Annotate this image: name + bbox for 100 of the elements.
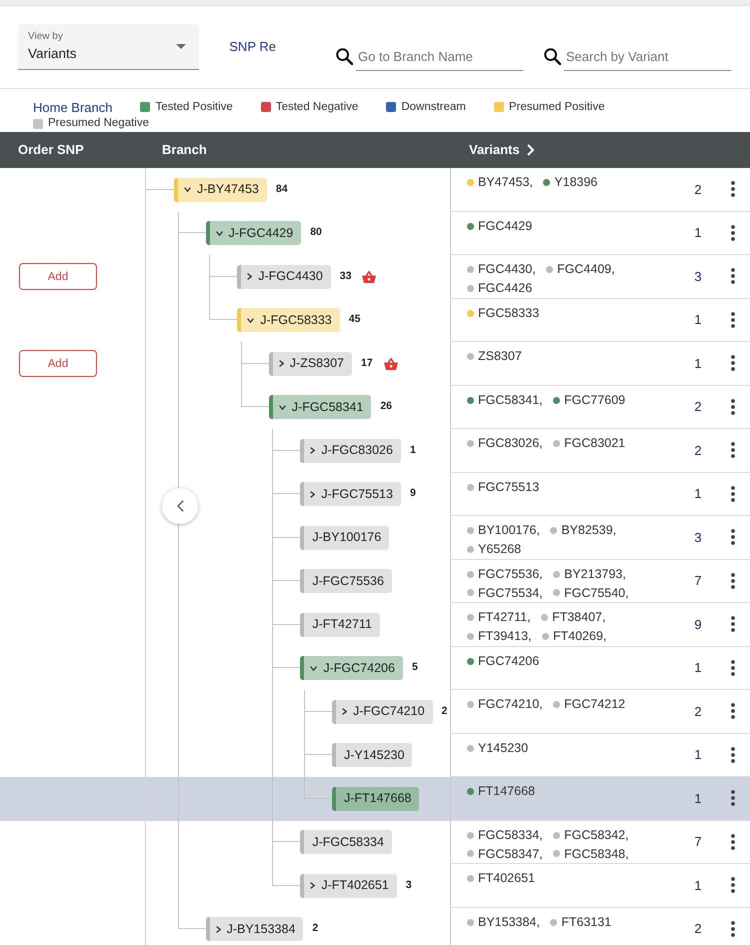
table-row[interactable]: J-BY153384 2 BY153384, FT63131 2 — [0, 908, 750, 945]
branch-count: 2 — [312, 921, 318, 936]
more-options-icon[interactable] — [731, 268, 735, 284]
variant-count: 2 — [693, 920, 703, 938]
more-options-icon[interactable] — [731, 355, 735, 372]
table-row[interactable]: J-FGC4429 80 FGC4429 1 — [0, 212, 750, 255]
variant-count: 1 — [693, 224, 703, 242]
branch-node[interactable]: J-FT147668 — [332, 786, 420, 811]
more-options-icon[interactable] — [731, 529, 735, 546]
table-row[interactable]: Add J-ZS8307 17 ZS8307 1 — [0, 342, 750, 386]
more-options-icon[interactable] — [731, 790, 735, 806]
branch-node[interactable]: J-BY153384 — [206, 917, 304, 942]
table-row[interactable]: J-FGC74206 5 FGC74206 1 — [0, 646, 750, 690]
branch-count: 26 — [380, 399, 392, 414]
variant-count: 1 — [693, 746, 703, 764]
more-options-icon[interactable] — [731, 877, 735, 894]
chevron-down-icon[interactable] — [310, 666, 318, 671]
table-row[interactable]: J-FT402651 3 FT402651 1 — [0, 864, 750, 908]
branch-node[interactable]: J-FGC75536 — [300, 569, 392, 594]
chevron-down-icon[interactable] — [184, 187, 191, 192]
more-options-icon[interactable] — [731, 486, 735, 502]
more-options-icon[interactable] — [731, 442, 735, 458]
branch-node[interactable]: J-FGC58333 — [237, 308, 340, 332]
branch-node[interactable]: J-FGC75513 — [300, 482, 401, 506]
add-button[interactable]: Add — [19, 350, 97, 378]
variant-count: 1 — [693, 659, 703, 677]
branch-node[interactable]: J-FT42711 — [300, 612, 380, 637]
more-options-icon[interactable] — [731, 703, 735, 720]
table-row[interactable]: J-FGC83026 1 FGC83026, FGC83021 2 — [0, 429, 750, 472]
table-row[interactable]: Add J-FGC4430 33 FGC4430, FGC4409, FGC4426 3 — [0, 255, 750, 298]
column-header: Variants — [469, 141, 520, 160]
branch-node[interactable]: J-FGC74210 — [332, 700, 433, 724]
table-row[interactable]: J-FT147668 FT147668 1 — [0, 777, 750, 820]
variant-name: BY82539, — [561, 522, 616, 540]
chevron-right-icon[interactable] — [216, 926, 221, 933]
variant-name: Y65268 — [478, 541, 522, 558]
branch-node[interactable]: J-FGC4429 — [206, 221, 302, 246]
branch-node[interactable]: J-BY47453 — [174, 178, 267, 202]
table-row[interactable]: J-BY100176 BY100176, BY82539, Y65268 3 — [0, 516, 750, 560]
branch-node[interactable]: J-Y145230 — [332, 743, 412, 768]
branch-node[interactable]: J-FGC58334 — [300, 830, 392, 854]
branch-count: 84 — [276, 182, 288, 197]
more-options-icon[interactable] — [731, 572, 735, 589]
chevron-right-icon[interactable] — [310, 447, 316, 454]
add-button[interactable]: Add — [19, 263, 97, 290]
more-options-icon[interactable] — [731, 398, 735, 415]
table-row[interactable]: J-FGC74210 2 FGC74210, FGC74212 2 — [0, 690, 750, 734]
variant-name: BY213793, — [564, 566, 626, 583]
view-by-dropdown[interactable]: View by Variants — [18, 24, 200, 70]
chevron-right-icon[interactable] — [310, 882, 316, 890]
variant-name: FGC4409, — [557, 261, 615, 278]
branch-count: 1 — [410, 442, 416, 458]
branch-node[interactable]: J-ZS8307 — [268, 352, 352, 376]
table-row[interactable]: J-BY47453 84 BY47453, Y18396 2 — [0, 168, 750, 212]
variant-name: FGC75540, — [564, 584, 629, 602]
legend-label: Presumed Negative — [48, 116, 149, 132]
more-options-icon[interactable] — [731, 181, 735, 198]
chevron-down-icon[interactable] — [247, 318, 254, 323]
column-header: Branch — [162, 141, 207, 160]
more-options-icon[interactable] — [731, 746, 735, 763]
chevron-right-icon[interactable] — [310, 490, 316, 498]
table-row[interactable]: J-FGC58341 26 FGC58341, FGC77609 2 — [0, 386, 750, 429]
variant-name: FGC74206 — [478, 652, 540, 670]
branch-node[interactable]: J-FGC4430 — [237, 264, 331, 289]
table-row[interactable]: J-FT42711 FT42711, FT38407, FT39413, FT40269, 9 — [0, 603, 750, 646]
more-options-icon[interactable] — [731, 834, 735, 850]
branch-node[interactable]: J-FGC83026 — [300, 438, 401, 463]
branch-node[interactable]: J-FGC58341 — [268, 395, 372, 420]
branch-node[interactable]: J-FT402651 — [300, 874, 397, 898]
variant-name: FGC83021 — [564, 435, 626, 452]
branch-node[interactable]: J-BY100176 — [300, 526, 390, 550]
variant-count: 1 — [693, 354, 703, 372]
chevron-down-icon[interactable] — [216, 230, 223, 236]
table-row[interactable]: J-FGC75536 FGC75536, BY213793, FGC75534, FGC75540, 7 — [0, 560, 750, 603]
chevron-down-icon[interactable] — [278, 404, 286, 410]
variant-name: Y145230 — [478, 740, 528, 757]
variant-count: 2 — [693, 398, 703, 416]
branch-node[interactable]: J-FGC74206 — [300, 656, 403, 680]
more-options-icon[interactable] — [731, 920, 735, 937]
more-options-icon[interactable] — [731, 616, 735, 632]
chevron-right-icon[interactable] — [247, 273, 252, 280]
variant-name: FGC58348, — [564, 846, 629, 862]
chevron-right-icon[interactable] — [342, 708, 347, 716]
table-row[interactable]: J-FGC58334 FGC58334, FGC58342, FGC58347, FGC58348, 7 — [0, 820, 750, 864]
branch-count: 17 — [360, 356, 373, 371]
more-options-icon[interactable] — [731, 224, 735, 241]
variant-name: FGC75513 — [478, 478, 540, 496]
search-icon — [336, 48, 353, 65]
variant-count: 3 — [693, 268, 703, 286]
home-branch-link[interactable]: Home Branch — [33, 100, 112, 115]
variant-name: FGC58342, — [564, 826, 629, 844]
chevron-right-icon[interactable] — [278, 360, 284, 368]
legend-label: Tested Positive — [155, 100, 233, 115]
more-options-icon[interactable] — [731, 312, 735, 328]
branch-search-field[interactable]: Go to Branch Name — [356, 46, 523, 71]
variant-search-field[interactable]: Search by Variant — [564, 46, 731, 71]
tab-link[interactable]: SNP Re — [229, 39, 276, 55]
table-row[interactable]: J-FGC58333 45 FGC58333 1 — [0, 298, 750, 342]
variant-count: 1 — [693, 485, 703, 503]
more-options-icon[interactable] — [731, 660, 735, 676]
